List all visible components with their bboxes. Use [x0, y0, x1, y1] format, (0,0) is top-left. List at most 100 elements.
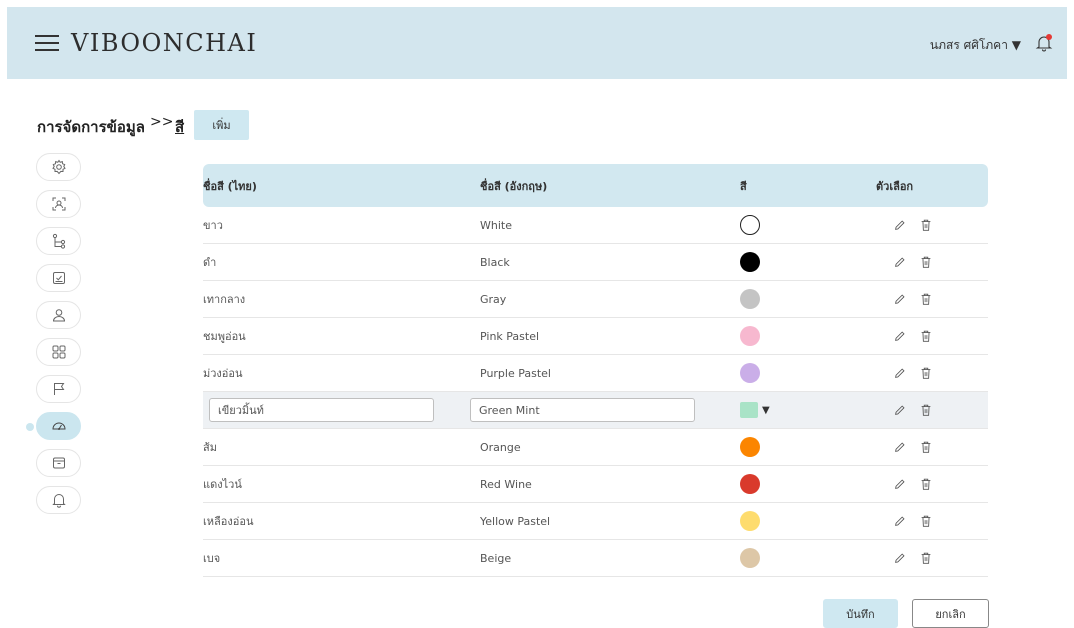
color-cell — [740, 511, 760, 531]
color-swatch — [740, 474, 760, 494]
trash-icon[interactable] — [919, 291, 935, 307]
row-actions — [893, 365, 935, 381]
sidebar-item-flow[interactable] — [36, 227, 81, 255]
color-cell — [740, 326, 760, 346]
sidebar-item-grid[interactable] — [36, 338, 81, 366]
active-indicator — [26, 423, 34, 431]
cancel-button[interactable]: ยกเลิก — [912, 599, 989, 628]
thai-name-cell: ม่วงอ่อน — [203, 367, 243, 380]
thai-name-cell: เทากลาง — [203, 293, 246, 306]
color-swatch — [740, 289, 760, 309]
add-button[interactable]: เพิ่ม — [194, 110, 249, 140]
gear-icon — [51, 159, 66, 175]
row-actions — [893, 254, 935, 270]
gauge-icon — [51, 422, 66, 430]
brand-logo: VIBOONCHAI — [71, 29, 258, 57]
box-icon — [52, 457, 65, 469]
color-swatch — [740, 326, 760, 346]
color-cell — [740, 437, 760, 457]
user-icon — [52, 309, 65, 322]
english-name-input[interactable] — [470, 398, 695, 422]
table-row: ดำ Black — [203, 244, 988, 281]
english-name-cell: Orange — [480, 440, 521, 454]
thai-name-cell: แดงไวน์ — [203, 478, 242, 491]
edit-icon[interactable] — [893, 291, 909, 307]
edit-icon[interactable] — [893, 513, 909, 529]
sidebar-item-face-scan[interactable] — [36, 190, 81, 218]
bell-icon — [51, 494, 66, 508]
chevron-down-icon: ▼ — [762, 404, 770, 416]
sidebar-item-flag[interactable] — [36, 375, 81, 403]
user-menu[interactable]: นภสร ศศิโภคา ▼ — [930, 36, 1021, 55]
english-name-cell: Gray — [480, 292, 507, 306]
trash-icon[interactable] — [919, 439, 935, 455]
edit-icon[interactable] — [893, 550, 909, 566]
trash-icon[interactable] — [919, 328, 935, 344]
sidebar-item-notifications[interactable] — [36, 486, 81, 514]
sidebar-item-checklist[interactable] — [36, 264, 81, 292]
row-actions — [893, 402, 935, 418]
sidebar-item-user[interactable] — [36, 301, 81, 329]
thai-name-input[interactable] — [209, 398, 434, 422]
sidebar-item-box[interactable] — [36, 449, 81, 477]
sidebar-item-settings[interactable] — [36, 153, 81, 181]
bell-icon[interactable] — [1035, 34, 1053, 52]
edit-icon[interactable] — [893, 365, 909, 381]
color-swatch — [740, 363, 760, 383]
color-swatch — [740, 437, 760, 457]
color-swatch — [740, 402, 758, 418]
thai-name-cell: เบจ — [203, 552, 221, 565]
notification-dot — [1046, 34, 1052, 40]
color-cell — [740, 252, 760, 272]
english-name-cell: White — [480, 218, 512, 232]
row-actions — [893, 476, 935, 492]
row-actions — [893, 291, 935, 307]
table-row: ขาว White — [203, 207, 988, 244]
edit-icon[interactable] — [893, 254, 909, 270]
color-cell — [740, 363, 760, 383]
col-header-options: ตัวเลือก — [876, 179, 914, 193]
english-name-cell: Purple Pastel — [480, 366, 551, 380]
trash-icon[interactable] — [919, 254, 935, 270]
table-header: ชื่อสี (ไทย) ชื่อสี (อังกฤษ) สี ตัวเลือก — [203, 164, 988, 207]
breadcrumb-current[interactable]: สี — [175, 115, 184, 139]
thai-name-cell: ชมพูอ่อน — [203, 330, 246, 343]
trash-icon[interactable] — [919, 513, 935, 529]
hamburger-icon[interactable] — [35, 34, 59, 52]
color-table: ชื่อสี (ไทย) ชื่อสี (อังกฤษ) สี ตัวเลือก… — [203, 164, 988, 577]
color-cell — [740, 289, 760, 309]
color-swatch — [740, 511, 760, 531]
english-name-cell: Red Wine — [480, 477, 532, 491]
top-header: VIBOONCHAI นภสร ศศิโภคา ▼ — [7, 7, 1067, 79]
col-header-english-name: ชื่อสี (อังกฤษ) — [480, 179, 548, 193]
edit-icon[interactable] — [893, 217, 909, 233]
trash-icon[interactable] — [919, 402, 935, 418]
table-row: เบจ Beige — [203, 540, 988, 577]
edit-icon[interactable] — [893, 402, 909, 418]
trash-icon[interactable] — [919, 476, 935, 492]
trash-icon[interactable] — [919, 365, 935, 381]
table-row: ม่วงอ่อน Purple Pastel — [203, 355, 988, 392]
row-actions — [893, 513, 935, 529]
english-name-cell: Beige — [480, 551, 512, 565]
row-actions — [893, 439, 935, 455]
trash-icon[interactable] — [919, 217, 935, 233]
face-scan-icon — [52, 197, 65, 211]
color-swatch — [740, 548, 760, 568]
thai-name-cell: ดำ — [203, 256, 217, 269]
breadcrumb-root[interactable]: การจัดการข้อมูล — [37, 115, 145, 139]
color-swatch — [740, 252, 760, 272]
edit-icon[interactable] — [893, 328, 909, 344]
thai-name-cell: ส้ม — [203, 441, 217, 454]
trash-icon[interactable] — [919, 550, 935, 566]
table-row: ส้ม Orange — [203, 429, 988, 466]
sidebar-item-gauge[interactable] — [26, 412, 81, 440]
grid-icon — [52, 345, 65, 359]
edit-icon[interactable] — [893, 439, 909, 455]
edit-icon[interactable] — [893, 476, 909, 492]
table-row: ▼ — [203, 392, 988, 429]
col-header-color: สี — [740, 179, 747, 193]
color-picker[interactable]: ▼ — [740, 402, 770, 418]
save-button[interactable]: บันทึก — [823, 599, 898, 628]
row-actions — [893, 328, 935, 344]
